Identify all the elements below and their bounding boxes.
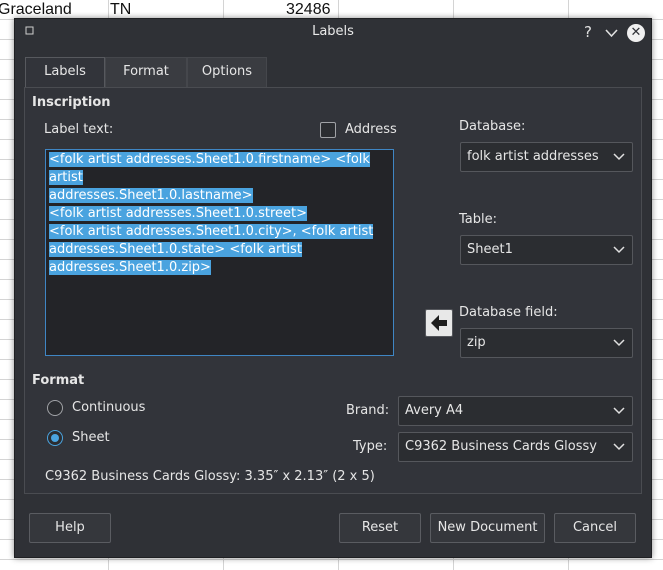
database-field-label: Database field:	[459, 305, 558, 320]
labels-panel: Inscription Label text: Address <folk ar…	[24, 87, 642, 494]
title-bar: Labels ? ✕	[15, 19, 651, 47]
close-icon[interactable]: ✕	[627, 24, 645, 42]
chevron-down-icon	[613, 407, 625, 415]
label-text-label: Label text:	[44, 122, 114, 137]
database-field-select[interactable]: zip	[460, 328, 633, 358]
dialog-title: Labels	[312, 24, 354, 39]
address-label: Address	[345, 122, 397, 137]
continuous-label: Continuous	[72, 400, 146, 415]
chevron-down-icon	[613, 443, 625, 451]
type-label: Type:	[353, 439, 388, 454]
chevron-down-icon	[613, 339, 625, 347]
database-field-value: zip	[467, 335, 486, 350]
tab-labels[interactable]: Labels	[25, 57, 105, 88]
reset-button[interactable]: Reset	[339, 513, 421, 543]
cell-state[interactable]: TN	[110, 0, 131, 19]
database-value: folk artist addresses	[467, 149, 599, 164]
brand-value: Avery A4	[405, 403, 464, 418]
label-line: addresses.Sheet1.0.zip>	[49, 260, 211, 275]
minimize-chevron-icon[interactable]	[605, 28, 618, 38]
tab-options[interactable]: Options	[187, 57, 267, 88]
continuous-radio[interactable]	[47, 400, 63, 416]
type-value: C9362 Business Cards Glossy	[405, 439, 597, 454]
brand-label: Brand:	[346, 403, 390, 418]
table-select[interactable]: Sheet1	[460, 235, 633, 265]
inscription-heading: Inscription	[32, 95, 111, 110]
label-text-area[interactable]: <folk artist addresses.Sheet1.0.firstnam…	[45, 149, 394, 356]
cell-zip[interactable]: 32486	[286, 0, 331, 19]
new-document-button[interactable]: New Document	[430, 513, 545, 543]
table-value: Sheet1	[467, 242, 513, 257]
sheet-radio[interactable]	[47, 430, 63, 446]
label-line: addresses.Sheet1.0.lastname>	[49, 188, 253, 203]
help-button[interactable]: Help	[29, 513, 111, 543]
label-line: addresses.Sheet1.0.state> <folk artist	[49, 242, 302, 257]
sheet-label: Sheet	[72, 430, 110, 445]
table-label: Table:	[459, 212, 497, 227]
cell-city[interactable]: Graceland	[0, 0, 72, 19]
tab-format[interactable]: Format	[105, 57, 187, 88]
format-heading: Format	[32, 373, 85, 388]
cancel-button[interactable]: Cancel	[554, 513, 636, 543]
address-checkbox[interactable]	[320, 122, 336, 138]
left-arrow-icon	[431, 315, 447, 331]
chevron-down-icon	[613, 246, 625, 254]
label-summary: C9362 Business Cards Glossy: 3.35″ x 2.1…	[45, 469, 375, 484]
database-select[interactable]: folk artist addresses	[460, 142, 633, 172]
label-line: <folk artist addresses.Sheet1.0.street>	[49, 206, 308, 221]
chevron-down-icon	[613, 153, 625, 161]
database-label: Database:	[459, 119, 526, 134]
help-icon[interactable]: ?	[584, 23, 592, 41]
type-select[interactable]: C9362 Business Cards Glossy	[398, 432, 633, 462]
insert-field-button[interactable]	[425, 309, 453, 337]
label-line: <folk artist addresses.Sheet1.0.firstnam…	[49, 152, 370, 185]
labels-dialog: Labels ? ✕ Labels Format Options Inscrip…	[14, 18, 652, 558]
label-line: <folk artist addresses.Sheet1.0.city>, <…	[49, 224, 374, 239]
brand-select[interactable]: Avery A4	[398, 396, 633, 426]
